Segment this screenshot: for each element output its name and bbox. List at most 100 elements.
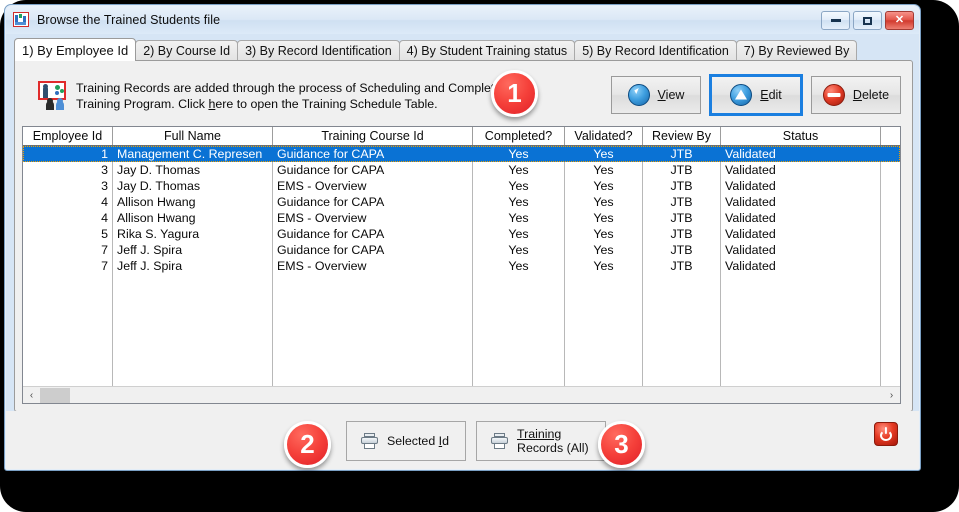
table-cell: Validated xyxy=(721,210,881,226)
application-window: Browse the Trained Students file ✕ 1) By… xyxy=(4,4,921,471)
tab-by-course-id[interactable]: 2) By Course Id xyxy=(135,40,239,61)
table-cell: 3 xyxy=(23,162,113,178)
table-cell: Validated xyxy=(721,146,881,162)
table-row[interactable]: 7 Jeff J. Spira EMS - Overview Yes Yes JTB Val… xyxy=(23,258,900,274)
table-cell: EMS - Overview xyxy=(273,210,473,226)
footer-bar: Selected Id Training Records (All) xyxy=(6,411,919,469)
tab-label: 7) By Reviewed By xyxy=(743,44,850,58)
print-selected-id-button[interactable]: Selected Id xyxy=(346,421,466,461)
table-row[interactable]: 4 Allison Hwang EMS - Overview Yes Yes JTB Val… xyxy=(23,210,900,226)
table-cell: Yes xyxy=(565,162,643,178)
table-cell: Allison Hwang xyxy=(113,210,273,226)
table-cell: Yes xyxy=(473,226,565,242)
grid-header-row: Employee Id Full Name Training Course Id Co… xyxy=(23,127,900,146)
printer-icon xyxy=(361,433,378,449)
print-selected-id-label: Selected Id xyxy=(387,434,450,448)
grid-column-header[interactable]: Validated? xyxy=(565,127,643,145)
table-cell: Management C. Represen xyxy=(113,146,273,162)
table-cell: JTB xyxy=(643,162,721,178)
table-row[interactable]: 3 Jay D. Thomas EMS - Overview Yes Yes JTB Val… xyxy=(23,178,900,194)
table-cell: 1 xyxy=(23,146,113,162)
table-cell: Yes xyxy=(565,194,643,210)
table-cell: JTB xyxy=(643,146,721,162)
tab-by-record-identification-3[interactable]: 3) By Record Identification xyxy=(237,40,400,61)
table-row[interactable]: 1 Management C. Represen Guidance for CAPA… xyxy=(23,146,900,162)
scrollbar-thumb[interactable] xyxy=(40,387,70,403)
table-cell: Yes xyxy=(473,210,565,226)
table-cell: JTB xyxy=(643,226,721,242)
callout-badge-1: 1 xyxy=(491,70,538,117)
tab-by-reviewed-by[interactable]: 7) By Reviewed By xyxy=(735,40,858,61)
title-bar: Browse the Trained Students file ✕ xyxy=(6,6,919,34)
grid-column-filler xyxy=(113,274,273,403)
grid-column-header[interactable]: Full Name xyxy=(113,127,273,145)
grid-column-header[interactable]: Employee Id xyxy=(23,127,113,145)
table-cell: Validated xyxy=(721,178,881,194)
scrollbar-track[interactable] xyxy=(40,387,883,404)
scroll-right-arrow-icon[interactable]: › xyxy=(883,387,900,404)
exit-power-button[interactable] xyxy=(874,422,898,446)
table-cell: Validated xyxy=(721,242,881,258)
table-row[interactable]: 3 Jay D. Thomas Guidance for CAPA Yes Yes JTB… xyxy=(23,162,900,178)
close-button[interactable]: ✕ xyxy=(885,11,914,30)
table-cell: Guidance for CAPA xyxy=(273,146,473,162)
info-line-2-post: ere to open the Training Schedule Table. xyxy=(215,97,438,111)
table-cell: Jeff J. Spira xyxy=(113,258,273,274)
delete-button[interactable]: Delete xyxy=(811,76,901,114)
table-cell: Yes xyxy=(565,178,643,194)
edit-button[interactable]: Edit xyxy=(709,74,803,116)
cursor-circle-icon xyxy=(627,84,650,106)
tab-strip: 1) By Employee Id 2) By Course Id 3) By … xyxy=(14,38,858,61)
print-training-records-all-button[interactable]: Training Records (All) xyxy=(476,421,606,461)
scroll-left-arrow-icon[interactable]: ‹ xyxy=(23,387,40,404)
tab-label: 5) By Record Identification xyxy=(582,44,729,58)
table-cell: Validated xyxy=(721,162,881,178)
print-all-label: Training Records (All) xyxy=(517,427,589,455)
callout-badge-3: 3 xyxy=(598,421,645,468)
table-cell: 4 xyxy=(23,194,113,210)
table-row[interactable]: 4 Allison Hwang Guidance for CAPA Yes Yes JTB… xyxy=(23,194,900,210)
grid-horizontal-scrollbar[interactable]: ‹ › xyxy=(23,386,900,403)
callout-badge-2-number: 2 xyxy=(300,429,315,459)
table-cell: Guidance for CAPA xyxy=(273,194,473,210)
tab-by-student-training-status[interactable]: 4) By Student Training status xyxy=(398,40,576,61)
tab-label: 2) By Course Id xyxy=(143,44,231,58)
table-cell: 3 xyxy=(23,178,113,194)
table-cell: Yes xyxy=(565,146,643,162)
edit-button-label: Edit xyxy=(760,88,782,102)
table-row[interactable]: 5 Rika S. Yagura Guidance for CAPA Yes Yes JT… xyxy=(23,226,900,242)
callout-badge-3-number: 3 xyxy=(614,429,629,459)
info-text[interactable]: Training Records are added through the p… xyxy=(76,79,521,112)
table-cell: Validated xyxy=(721,194,881,210)
table-row[interactable]: 7 Jeff J. Spira Guidance for CAPA Yes Yes JTB… xyxy=(23,242,900,258)
grid-column-header[interactable]: Completed? xyxy=(473,127,565,145)
table-cell: Validated xyxy=(721,258,881,274)
tab-label: 3) By Record Identification xyxy=(245,44,392,58)
table-cell: Yes xyxy=(473,194,565,210)
grid-column-header[interactable]: Review By xyxy=(643,127,721,145)
maximize-button[interactable] xyxy=(853,11,882,30)
table-cell: 7 xyxy=(23,242,113,258)
minus-circle-icon xyxy=(822,84,845,106)
table-cell: Yes xyxy=(565,258,643,274)
tab-by-employee-id[interactable]: 1) By Employee Id xyxy=(14,38,137,61)
grid-column-header[interactable]: Training Course Id xyxy=(273,127,473,145)
power-icon xyxy=(880,427,892,441)
tab-by-record-identification-5[interactable]: 5) By Record Identification xyxy=(574,40,737,61)
triangle-circle-icon xyxy=(730,84,753,106)
view-button[interactable]: View xyxy=(611,76,701,114)
grid-column-header[interactable]: Status xyxy=(721,127,881,145)
table-cell: JTB xyxy=(643,178,721,194)
grid-empty-area xyxy=(23,274,900,403)
minimize-button[interactable] xyxy=(821,11,850,30)
delete-button-label: Delete xyxy=(852,88,890,102)
table-cell: JTB xyxy=(643,210,721,226)
table-cell: Rika S. Yagura xyxy=(113,226,273,242)
table-cell: Validated xyxy=(721,226,881,242)
table-cell: EMS - Overview xyxy=(273,178,473,194)
table-cell: Guidance for CAPA xyxy=(273,226,473,242)
records-grid[interactable]: Employee Id Full Name Training Course Id Co… xyxy=(22,126,901,404)
table-cell: EMS - Overview xyxy=(273,258,473,274)
table-cell: Yes xyxy=(473,162,565,178)
table-cell: JTB xyxy=(643,242,721,258)
